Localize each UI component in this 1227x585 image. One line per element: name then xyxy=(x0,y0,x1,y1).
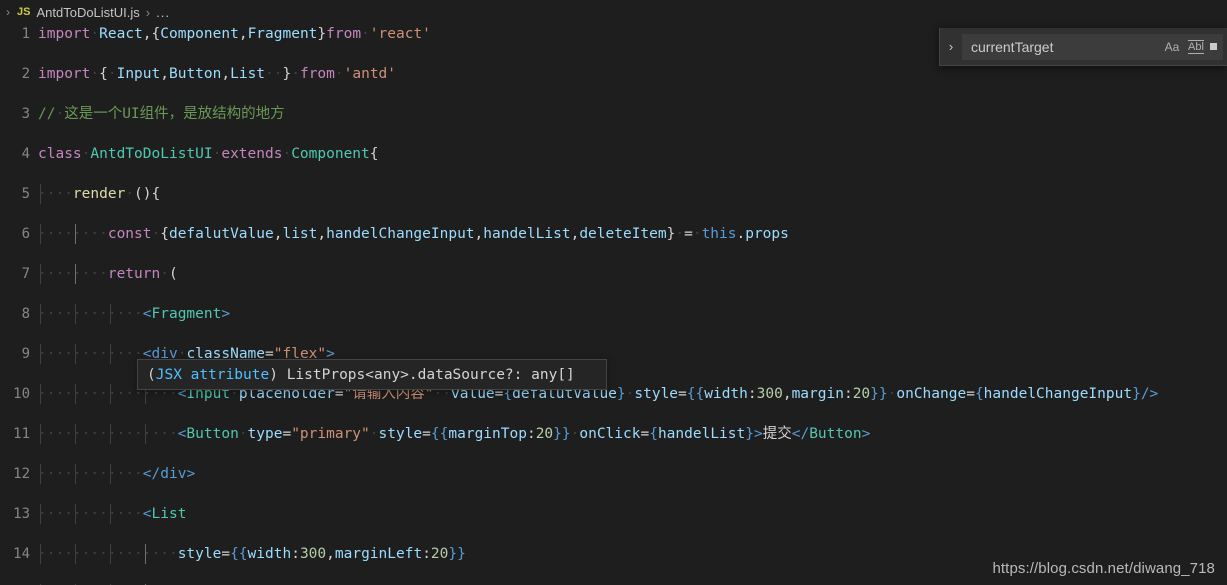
line-number: 7 xyxy=(21,266,30,282)
code-line[interactable]: 12 ············</div> xyxy=(0,464,1227,484)
line-number: 14 xyxy=(13,546,30,562)
code-line[interactable]: 3 //·这是一个UI组件，是放结构的地方 xyxy=(0,104,1227,124)
code-text: ············</div> xyxy=(38,466,196,482)
line-number: 4 xyxy=(21,146,30,162)
breadcrumb-overflow[interactable]: ... xyxy=(156,5,170,20)
find-widget[interactable]: › Aa Abl xyxy=(939,28,1227,66)
code-line[interactable]: 4 class·AntdToDoListUI·extends·Component… xyxy=(0,144,1227,164)
use-regex-icon[interactable] xyxy=(1209,37,1218,57)
tooltip-kind: JSX attribute xyxy=(155,366,270,383)
code-text: ················<Button·type="primary"·s… xyxy=(38,426,871,442)
breadcrumb[interactable]: › JS AntdToDoListUI.js › ... xyxy=(0,0,1227,24)
search-input[interactable] xyxy=(971,35,1161,58)
code-line[interactable]: 8 ············<Fragment> xyxy=(0,304,1227,324)
vscode-editor-window: › JS AntdToDoListUI.js › ... 1 import·Re… xyxy=(0,0,1227,585)
tooltip-signature: ) ListProps<any>.dataSource?: any[] xyxy=(269,366,575,383)
line-number: 6 xyxy=(21,226,30,242)
code-line[interactable]: 2 import·{·Input,Button,List··}·from·'an… xyxy=(0,64,1227,84)
code-text: ················style={{width:300,margin… xyxy=(38,546,466,562)
code-text: ····render·(){ xyxy=(38,186,161,202)
code-line[interactable]: 6 ········const·{defalutValue,list,hande… xyxy=(0,224,1227,244)
code-text: ············<Fragment> xyxy=(38,306,231,322)
chevron-right-icon: › xyxy=(6,5,10,19)
line-number: 2 xyxy=(21,66,30,82)
match-case-icon[interactable]: Aa xyxy=(1161,37,1183,57)
code-line[interactable]: 5 ····render·(){ xyxy=(0,184,1227,204)
toggle-replace-chevron-icon[interactable]: › xyxy=(940,28,962,66)
breadcrumb-separator-icon: › xyxy=(145,4,151,20)
hover-tooltip: (JSX attribute) ListProps<any>.dataSourc… xyxy=(137,359,607,390)
line-number: 9 xyxy=(21,346,30,362)
find-input-container[interactable]: Aa Abl xyxy=(962,33,1223,60)
regex-glyph xyxy=(1210,43,1217,50)
code-text: ········const·{defalutValue,list,handelC… xyxy=(38,226,789,242)
line-number: 10 xyxy=(13,386,30,402)
javascript-file-icon: JS xyxy=(17,6,31,18)
line-number: 1 xyxy=(21,26,30,42)
line-number: 11 xyxy=(13,426,30,442)
code-text: ········return·( xyxy=(38,266,178,282)
tooltip-prefix: ( xyxy=(147,366,156,383)
code-text: ············<List xyxy=(38,506,187,522)
line-number: 8 xyxy=(21,306,30,322)
line-number: 12 xyxy=(13,466,30,482)
code-text: class·AntdToDoListUI·extends·Component{ xyxy=(38,146,379,162)
code-text: import·{·Input,Button,List··}·from·'antd… xyxy=(38,66,397,82)
find-options: Aa Abl xyxy=(1161,37,1220,57)
code-line[interactable]: 11 ················<Button·type="primary… xyxy=(0,424,1227,444)
code-line[interactable]: 7 ········return·( xyxy=(0,264,1227,284)
code-text: //·这是一个UI组件，是放结构的地方 xyxy=(38,106,285,122)
code-editor[interactable]: 1 import·React,{Component,Fragment}from·… xyxy=(0,24,1227,585)
match-whole-word-icon[interactable]: Abl xyxy=(1185,37,1207,57)
watermark-url: https://blog.csdn.net/diwang_718 xyxy=(992,560,1215,577)
breadcrumb-file-name[interactable]: AntdToDoListUI.js xyxy=(36,5,139,20)
code-text: import·React,{Component,Fragment}from·'r… xyxy=(38,26,431,42)
code-line[interactable]: 13 ············<List xyxy=(0,504,1227,524)
line-number: 13 xyxy=(13,506,30,522)
line-number: 5 xyxy=(21,186,30,202)
line-number: 3 xyxy=(21,106,30,122)
